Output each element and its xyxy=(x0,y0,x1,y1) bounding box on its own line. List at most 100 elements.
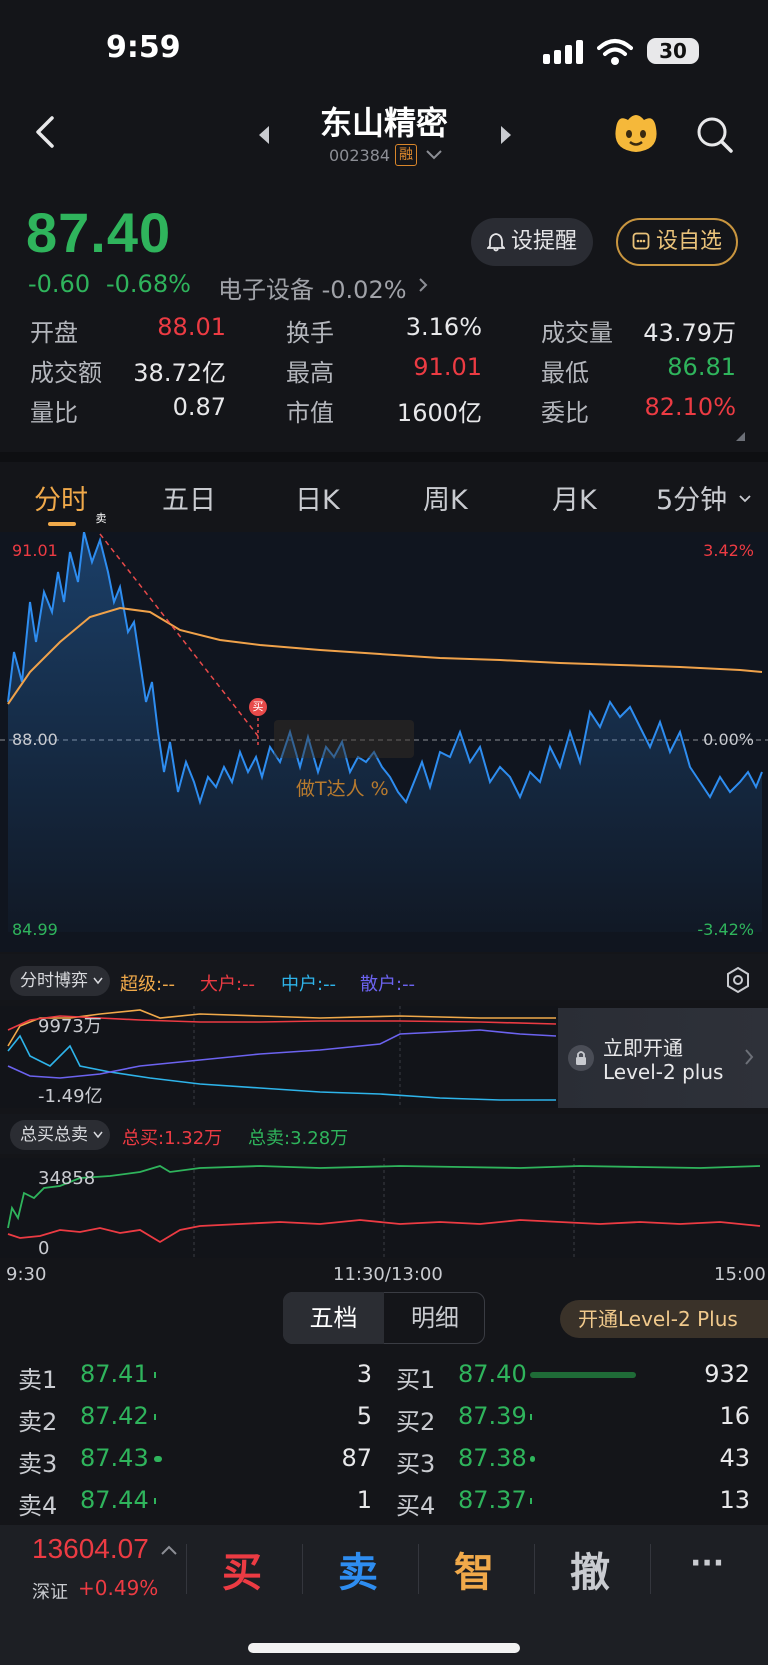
bid-price[interactable]: 87.40 xyxy=(458,1360,527,1388)
expand-corner-icon[interactable] xyxy=(736,432,745,441)
ask-qty: 87 xyxy=(341,1444,372,1472)
add-favorite-button[interactable]: 设自选 xyxy=(616,218,738,266)
ask-volume-bar xyxy=(154,1456,162,1462)
chevron-down-icon xyxy=(93,1131,103,1139)
stat-label: 换手 xyxy=(286,319,334,347)
stat-value: 82.10% xyxy=(644,393,736,421)
status-time: 9:59 xyxy=(106,30,181,65)
stat-value: 1600亿 xyxy=(396,399,482,427)
ask-price[interactable]: 87.42 xyxy=(80,1402,149,1430)
buysell-dropdown[interactable]: 总买总卖 xyxy=(10,1120,110,1150)
stat-value: 88.01 xyxy=(157,313,226,341)
bid-volume-bar xyxy=(530,1414,532,1420)
flow-type-dropdown[interactable]: 分时博弈 xyxy=(10,966,110,996)
ask-qty: 3 xyxy=(356,1360,372,1388)
buy-marker[interactable]: 买 xyxy=(250,698,266,714)
level2-subtitle: Level-2 plus xyxy=(603,1060,724,1084)
tab-intraday[interactable]: 分时 xyxy=(34,478,88,517)
ask-price[interactable]: 87.43 xyxy=(80,1444,149,1472)
bid-price[interactable]: 87.39 xyxy=(458,1402,527,1430)
watchlist-icon xyxy=(632,232,650,250)
stat-label: 最低 xyxy=(541,359,589,387)
tab-weekly-k[interactable]: 周K xyxy=(423,478,468,517)
y-high-label: 91.01 xyxy=(12,541,58,560)
section-divider xyxy=(0,452,768,462)
tab-depth[interactable]: 五档 xyxy=(283,1292,384,1344)
index-value[interactable]: 13604.07 xyxy=(32,1533,149,1565)
total-sell: 总卖:3.28万 xyxy=(248,1128,349,1149)
buysell-top-value: 34858 xyxy=(38,1168,96,1189)
buysell-chart[interactable] xyxy=(0,1158,768,1258)
legend-retail: 散户:-- xyxy=(360,974,416,995)
buy-button[interactable]: 买 xyxy=(222,1540,262,1598)
chevron-up-icon[interactable] xyxy=(160,1544,178,1556)
tab-indicator xyxy=(48,522,76,526)
ask-label: 卖3 xyxy=(18,1450,58,1478)
price-change-pct: -0.68% xyxy=(106,270,191,298)
ask-qty: 1 xyxy=(356,1486,372,1514)
bid-price[interactable]: 87.37 xyxy=(458,1486,527,1514)
settings-icon[interactable] xyxy=(724,966,752,994)
y-low-label: 84.99 xyxy=(12,920,58,939)
time-open: 9:30 xyxy=(6,1264,47,1285)
pct-mid-label: 0.00% xyxy=(703,730,754,749)
intraday-chart[interactable] xyxy=(0,532,768,952)
cancel-order-button[interactable]: 撤 xyxy=(570,1540,610,1598)
ask-label: 卖1 xyxy=(18,1366,58,1394)
pct-high-label: 3.42% xyxy=(703,541,754,560)
bid-volume-bar xyxy=(530,1456,535,1462)
stat-value: 0.87 xyxy=(172,393,226,421)
home-indicator[interactable] xyxy=(248,1643,520,1653)
ask-volume-bar xyxy=(154,1372,156,1378)
watermark-box xyxy=(274,720,414,758)
tab-daily-k[interactable]: 日K xyxy=(295,478,340,517)
tab-5min[interactable]: 5分钟 xyxy=(656,478,727,517)
more-button[interactable]: ··· xyxy=(690,1546,724,1581)
stat-value: 38.72亿 xyxy=(133,359,226,387)
bid-qty: 16 xyxy=(719,1402,750,1430)
level2-promo[interactable]: 立即开通 Level-2 plus xyxy=(558,1008,768,1108)
stat-label: 最高 xyxy=(286,359,334,387)
ask-price[interactable]: 87.44 xyxy=(80,1486,149,1514)
sell-marker[interactable]: 卖 xyxy=(93,510,109,526)
stat-label: 成交额 xyxy=(30,359,102,387)
chevron-right-icon xyxy=(418,277,428,293)
ask-qty: 5 xyxy=(356,1402,372,1430)
ask-label: 卖2 xyxy=(18,1408,58,1436)
stat-value: 43.79万 xyxy=(643,319,736,347)
sell-button[interactable]: 卖 xyxy=(338,1540,378,1598)
bid-qty: 932 xyxy=(704,1360,750,1388)
bid-label: 买4 xyxy=(396,1492,436,1520)
legend-large: 大户:-- xyxy=(200,974,256,995)
bid-qty: 13 xyxy=(719,1486,750,1514)
bid-qty: 43 xyxy=(719,1444,750,1472)
time-midday: 11:30/13:00 xyxy=(333,1264,443,1285)
chevron-down-icon[interactable] xyxy=(738,494,752,504)
y-mid-label: 88.00 xyxy=(12,730,58,749)
watermark-text: 做T达人 % xyxy=(296,778,389,800)
stats-grid: 开盘 88.01 换手 3.16% 成交量 43.79万 成交额 38.72亿 … xyxy=(0,313,768,443)
separator xyxy=(186,1544,187,1594)
bid-price[interactable]: 87.38 xyxy=(458,1444,527,1472)
level2-title: 立即开通 xyxy=(603,1036,683,1060)
bell-icon xyxy=(487,233,505,252)
wifi-icon xyxy=(597,38,633,66)
stat-value: 91.01 xyxy=(413,353,482,381)
smart-order-button[interactable]: 智 xyxy=(454,1540,494,1598)
search-icon[interactable] xyxy=(696,116,734,154)
set-alert-button[interactable]: 设提醒 xyxy=(471,218,593,266)
chevron-down-icon[interactable] xyxy=(424,148,444,162)
lock-icon xyxy=(568,1045,594,1071)
tab-monthly-k[interactable]: 月K xyxy=(552,478,597,517)
mascot-icon[interactable] xyxy=(612,110,660,154)
legend-medium: 中户:-- xyxy=(281,974,337,995)
separator xyxy=(650,1544,651,1594)
stock-code: 002384 xyxy=(329,146,391,165)
ask-price[interactable]: 87.41 xyxy=(80,1360,149,1388)
stat-label: 开盘 xyxy=(30,319,78,347)
tab-five-day[interactable]: 五日 xyxy=(162,478,216,517)
ask-label: 卖4 xyxy=(18,1492,58,1520)
tab-detail[interactable]: 明细 xyxy=(385,1292,485,1344)
sector-link[interactable]: 电子设备 -0.02% xyxy=(218,270,407,305)
open-level2-button[interactable]: 开通Level-2 Plus xyxy=(560,1300,768,1338)
